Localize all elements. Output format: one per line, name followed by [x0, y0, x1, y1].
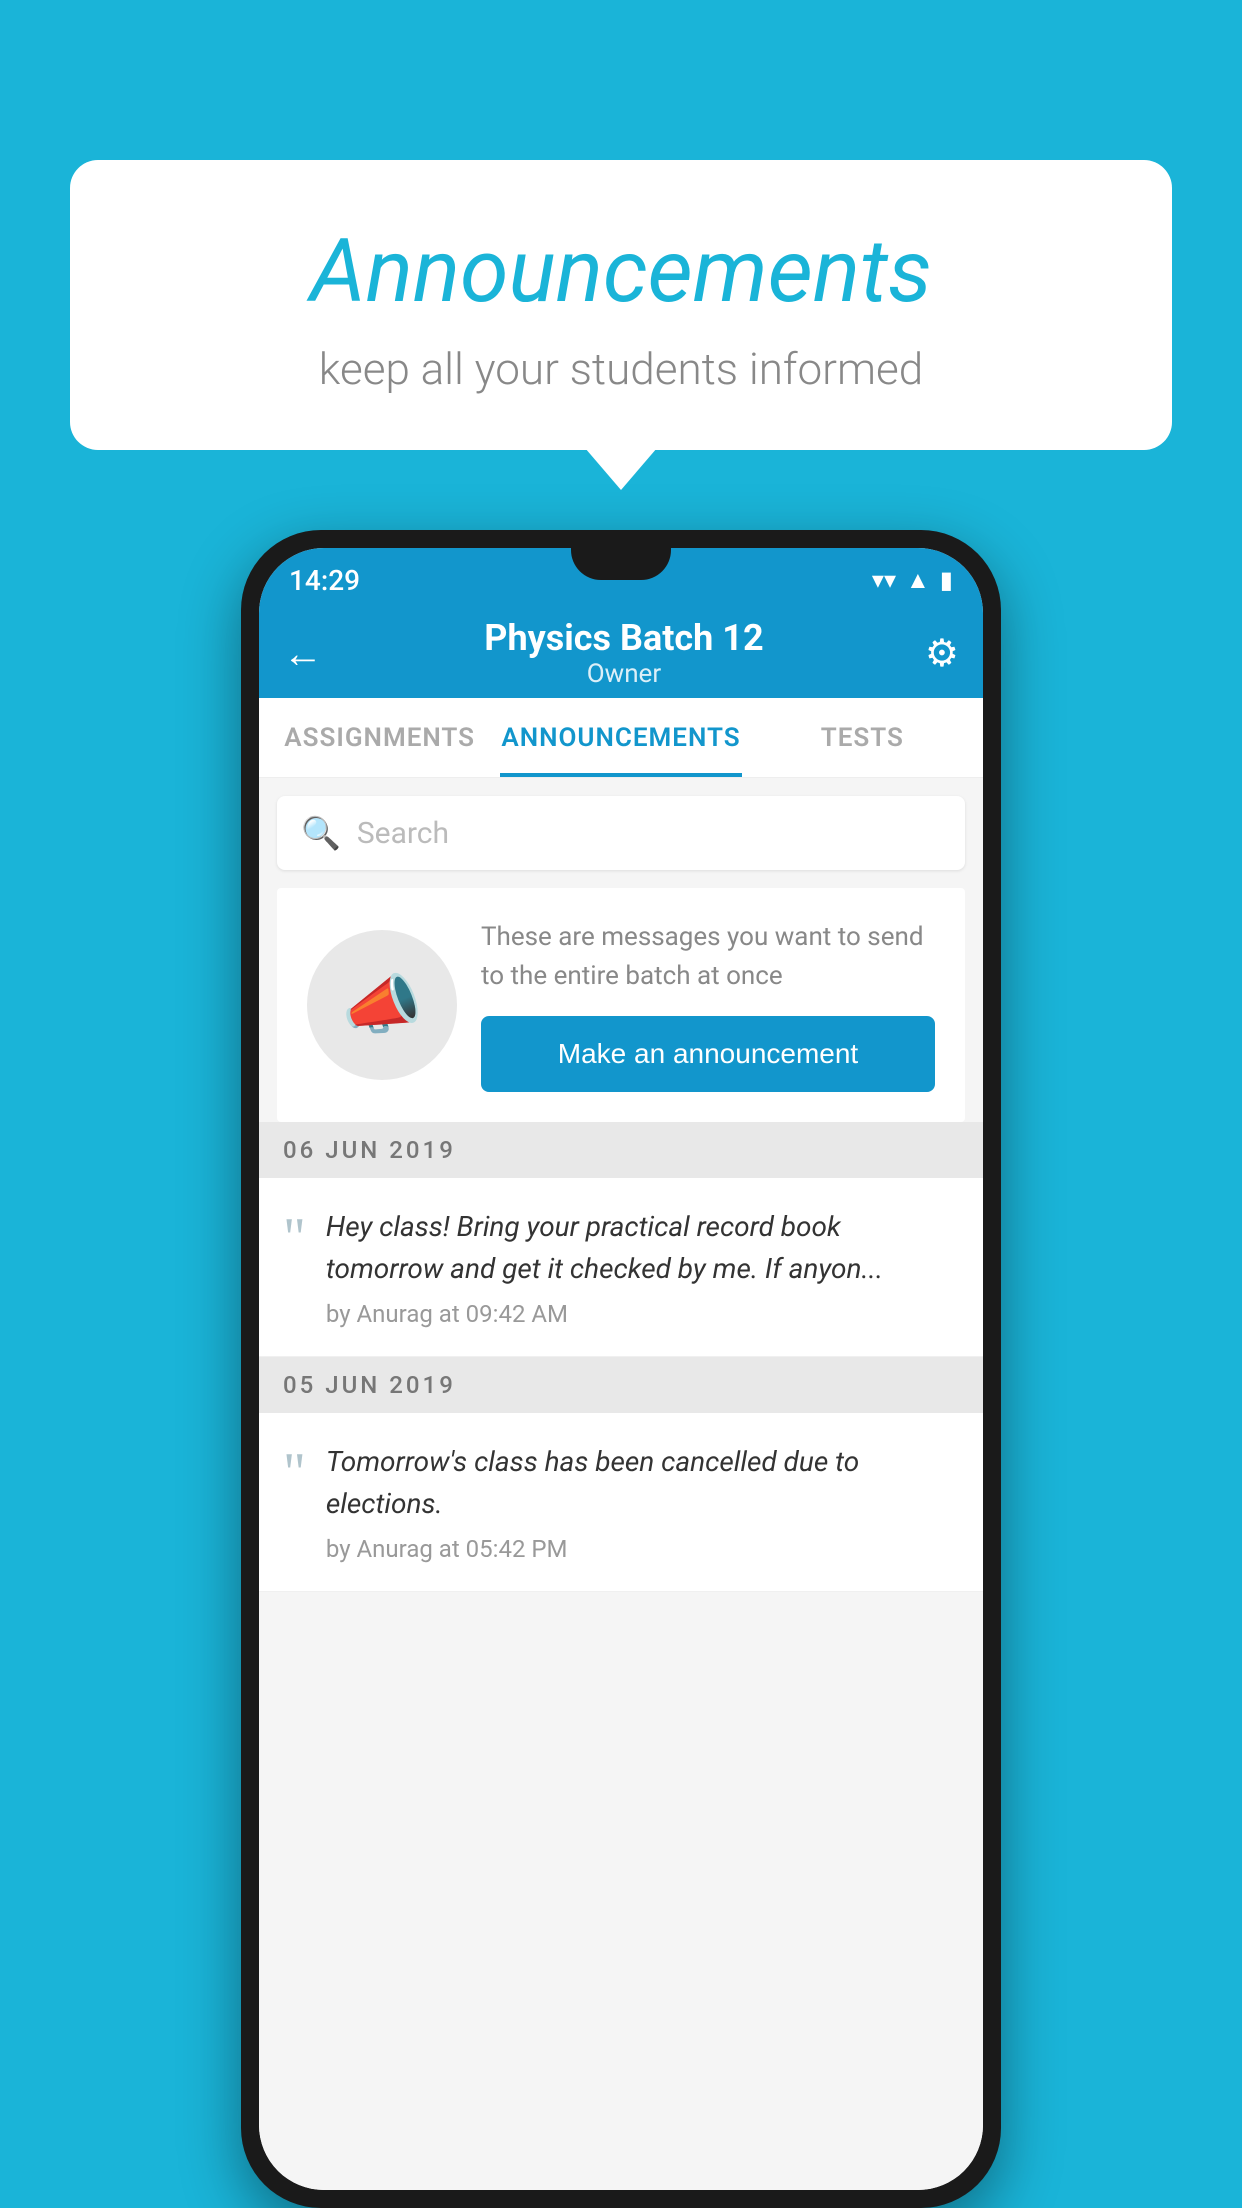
app-bar-title: Physics Batch 12 — [323, 617, 925, 659]
app-bar: ← Physics Batch 12 Owner ⚙ — [259, 608, 983, 698]
phone-screen: 14:29 ▾▾ ▲ ▮ ← Physics Batch 12 Owner ⚙ — [259, 548, 983, 2190]
back-button[interactable]: ← — [283, 630, 323, 677]
megaphone-icon: 📣 — [342, 967, 423, 1043]
scrollable-content: 🔍 Search 📣 These are messages you want t… — [259, 778, 983, 2190]
empty-state-right: These are messages you want to send to t… — [481, 918, 935, 1092]
tab-bar: ASSIGNMENTS ANNOUNCEMENTS TESTS — [259, 698, 983, 778]
phone-container: 14:29 ▾▾ ▲ ▮ ← Physics Batch 12 Owner ⚙ — [70, 530, 1172, 2208]
app-bar-subtitle: Owner — [323, 659, 925, 689]
status-time: 14:29 — [289, 564, 360, 597]
empty-icon-circle: 📣 — [307, 930, 457, 1080]
bubble-subtitle: keep all your students informed — [150, 343, 1092, 395]
announcement-meta-2: by Anurag at 05:42 PM — [326, 1535, 959, 1563]
tab-assignments[interactable]: ASSIGNMENTS — [259, 698, 500, 777]
announcement-text-2: Tomorrow's class has been cancelled due … — [326, 1441, 959, 1525]
announcement-meta-1: by Anurag at 09:42 AM — [326, 1300, 959, 1328]
announcement-content-1: Hey class! Bring your practical record b… — [326, 1206, 959, 1328]
phone-frame: 14:29 ▾▾ ▲ ▮ ← Physics Batch 12 Owner ⚙ — [241, 530, 1001, 2208]
make-announcement-button[interactable]: Make an announcement — [481, 1016, 935, 1092]
empty-state: 📣 These are messages you want to send to… — [277, 888, 965, 1122]
wifi-icon: ▾▾ — [872, 566, 896, 594]
tab-tests[interactable]: TESTS — [742, 698, 983, 777]
app-bar-title-container: Physics Batch 12 Owner — [323, 617, 925, 689]
tab-announcements[interactable]: ANNOUNCEMENTS — [500, 698, 741, 777]
announcement-text-1: Hey class! Bring your practical record b… — [326, 1206, 959, 1290]
search-placeholder: Search — [357, 816, 449, 851]
announcement-content-2: Tomorrow's class has been cancelled due … — [326, 1441, 959, 1563]
settings-icon[interactable]: ⚙ — [925, 631, 959, 676]
phone-notch — [571, 548, 671, 580]
date-separator-1: 06 JUN 2019 — [259, 1122, 983, 1178]
announcement-item-1[interactable]: " Hey class! Bring your practical record… — [259, 1178, 983, 1357]
speech-bubble: Announcements keep all your students inf… — [70, 160, 1172, 450]
date-separator-2: 05 JUN 2019 — [259, 1357, 983, 1413]
status-icons: ▾▾ ▲ ▮ — [872, 566, 953, 595]
speech-bubble-container: Announcements keep all your students inf… — [70, 160, 1172, 450]
search-bar[interactable]: 🔍 Search — [277, 796, 965, 870]
quote-icon-2: " — [283, 1445, 306, 1501]
battery-icon: ▮ — [940, 566, 953, 594]
signal-icon: ▲ — [906, 566, 930, 595]
empty-state-description: These are messages you want to send to t… — [481, 918, 935, 996]
quote-icon-1: " — [283, 1210, 306, 1266]
announcement-item-2[interactable]: " Tomorrow's class has been cancelled du… — [259, 1413, 983, 1592]
search-icon: 🔍 — [301, 814, 341, 852]
bubble-title: Announcements — [150, 220, 1092, 323]
